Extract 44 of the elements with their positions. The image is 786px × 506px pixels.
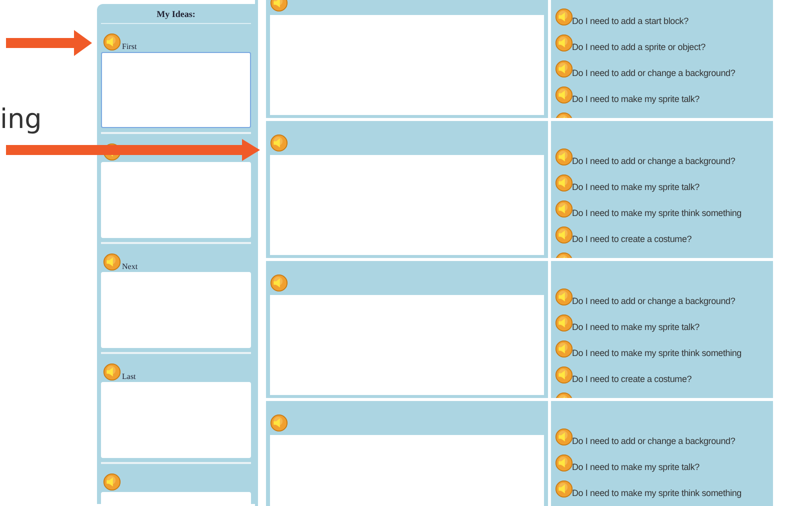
question-text: Do I need to add or change a background? bbox=[572, 296, 736, 306]
speaker-icon[interactable] bbox=[103, 363, 121, 381]
section-label: Last bbox=[122, 372, 136, 381]
speaker-icon[interactable] bbox=[555, 314, 573, 332]
speaker-icon[interactable] bbox=[103, 33, 121, 51]
section-label: Next bbox=[122, 262, 138, 271]
speaker-icon[interactable] bbox=[555, 480, 573, 498]
speaker-icon[interactable] bbox=[555, 148, 573, 166]
question-text: Do I need to make my sprite talk? bbox=[572, 322, 700, 332]
section-label: First bbox=[122, 42, 137, 51]
speaker-icon[interactable] bbox=[555, 428, 573, 446]
question-text: Do I need to make my sprite think something bbox=[572, 348, 742, 358]
question-text: Do I need to make my sprite talk? bbox=[572, 182, 700, 192]
speaker-icon[interactable] bbox=[103, 253, 121, 271]
panel-title: My Ideas: bbox=[101, 7, 251, 24]
question-text: Do I need to add or change a background? bbox=[572, 68, 736, 78]
question-text: Do I need to create a costume? bbox=[572, 374, 692, 384]
speaker-icon[interactable] bbox=[555, 288, 573, 306]
speaker-icon[interactable] bbox=[103, 473, 121, 491]
speaker-icon[interactable] bbox=[555, 86, 573, 104]
question-text: Do I need to add or change a background? bbox=[572, 156, 736, 166]
speaker-icon[interactable] bbox=[555, 454, 573, 472]
speaker-icon[interactable] bbox=[270, 134, 288, 152]
speaker-icon[interactable] bbox=[555, 226, 573, 244]
speaker-icon[interactable] bbox=[555, 34, 573, 52]
idea-text-area[interactable] bbox=[101, 52, 251, 128]
question-text: Do I need to make my sprite talk? bbox=[572, 94, 700, 104]
speaker-icon[interactable] bbox=[270, 414, 288, 432]
question-text: Do I need to add a start block? bbox=[572, 16, 688, 26]
question-text: Do I need to add a sprite or object? bbox=[572, 42, 706, 52]
question-text: Do I need to create a costume? bbox=[572, 234, 692, 244]
speaker-icon[interactable] bbox=[555, 200, 573, 218]
speaker-icon[interactable] bbox=[555, 60, 573, 78]
speaker-icon[interactable] bbox=[270, 274, 288, 292]
arrow-icon bbox=[6, 30, 92, 56]
question-text: Do I need to add or change a background? bbox=[572, 436, 736, 446]
speaker-icon[interactable] bbox=[555, 174, 573, 192]
question-text: Do I need to make my sprite think something bbox=[572, 488, 742, 498]
speaker-icon[interactable] bbox=[555, 340, 573, 358]
speaker-icon[interactable] bbox=[555, 8, 573, 26]
speaker-icon[interactable] bbox=[555, 366, 573, 384]
question-text: Do I need to make my sprite think something bbox=[572, 208, 742, 218]
slide-text: ing bbox=[0, 104, 42, 135]
question-text: Do I need to make my sprite talk? bbox=[572, 462, 700, 472]
